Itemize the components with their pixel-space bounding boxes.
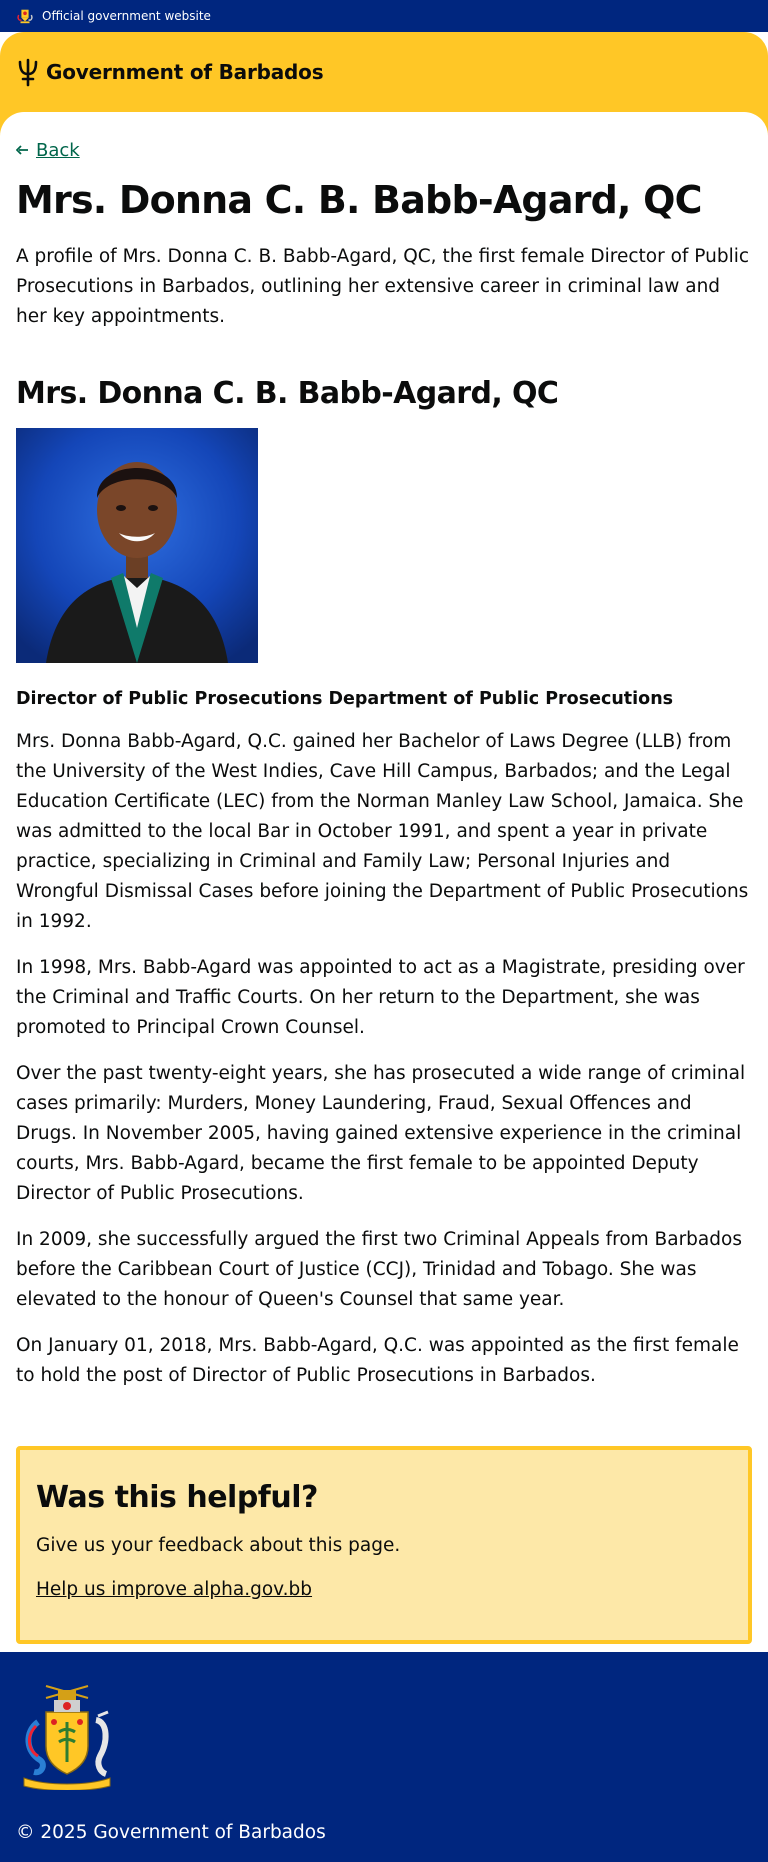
site-header: Government of Barbados bbox=[0, 32, 768, 112]
profile-role: Director of Public Prosecutions Departme… bbox=[16, 689, 674, 709]
feedback-heading: Was this helpful? bbox=[36, 1480, 318, 1515]
page-summary: A profile of Mrs. Donna C. B. Babb-Agard… bbox=[16, 246, 750, 327]
main-content: Back Mrs. Donna C. B. Babb-Agard, QC A p… bbox=[0, 112, 768, 1862]
feedback-text: Give us your feedback about this page. bbox=[36, 1535, 401, 1556]
site-brand-link[interactable]: Government of Barbados bbox=[46, 60, 324, 84]
profile-heading: Mrs. Donna C. B. Babb-Agard, QC bbox=[16, 376, 559, 411]
bio-paragraph: Over the past twenty-eight years, she ha… bbox=[16, 1063, 746, 1204]
main-wrapper: Back Mrs. Donna C. B. Babb-Agard, QC A p… bbox=[0, 112, 768, 1862]
bio-paragraph: Mrs. Donna Babb-Agard, Q.C. gained her B… bbox=[16, 731, 749, 932]
bio-paragraph: On January 01, 2018, Mrs. Babb-Agard, Q.… bbox=[16, 1335, 739, 1386]
feedback-panel: Was this helpful? Give us your feedback … bbox=[16, 1446, 752, 1644]
coat-of-arms-icon bbox=[23, 1685, 111, 1791]
profile-bio: Mrs. Donna Babb-Agard, Q.C. gained her B… bbox=[16, 727, 752, 1391]
bio-paragraph: In 1998, Mrs. Babb-Agard was appointed t… bbox=[16, 957, 745, 1038]
back-link-text[interactable]: Back bbox=[36, 140, 80, 161]
feedback-link[interactable]: Help us improve alpha.gov.bb bbox=[36, 1576, 312, 1604]
page-title: Mrs. Donna C. B. Babb-Agard, QC bbox=[16, 178, 702, 222]
trident-icon bbox=[18, 58, 38, 87]
official-website-label: Official government website bbox=[42, 9, 211, 23]
coat-of-arms-icon bbox=[17, 9, 33, 24]
profile-photo bbox=[16, 428, 258, 663]
back-link[interactable]: Back bbox=[16, 138, 752, 162]
arrow-left-icon bbox=[16, 145, 28, 155]
footer-copyright: © 2025 Government of Barbados bbox=[16, 1822, 326, 1843]
official-banner: Official government website bbox=[0, 0, 768, 32]
site-footer: © 2025 Government of Barbados bbox=[0, 1652, 768, 1862]
bio-paragraph: In 2009, she successfully argued the fir… bbox=[16, 1229, 742, 1310]
